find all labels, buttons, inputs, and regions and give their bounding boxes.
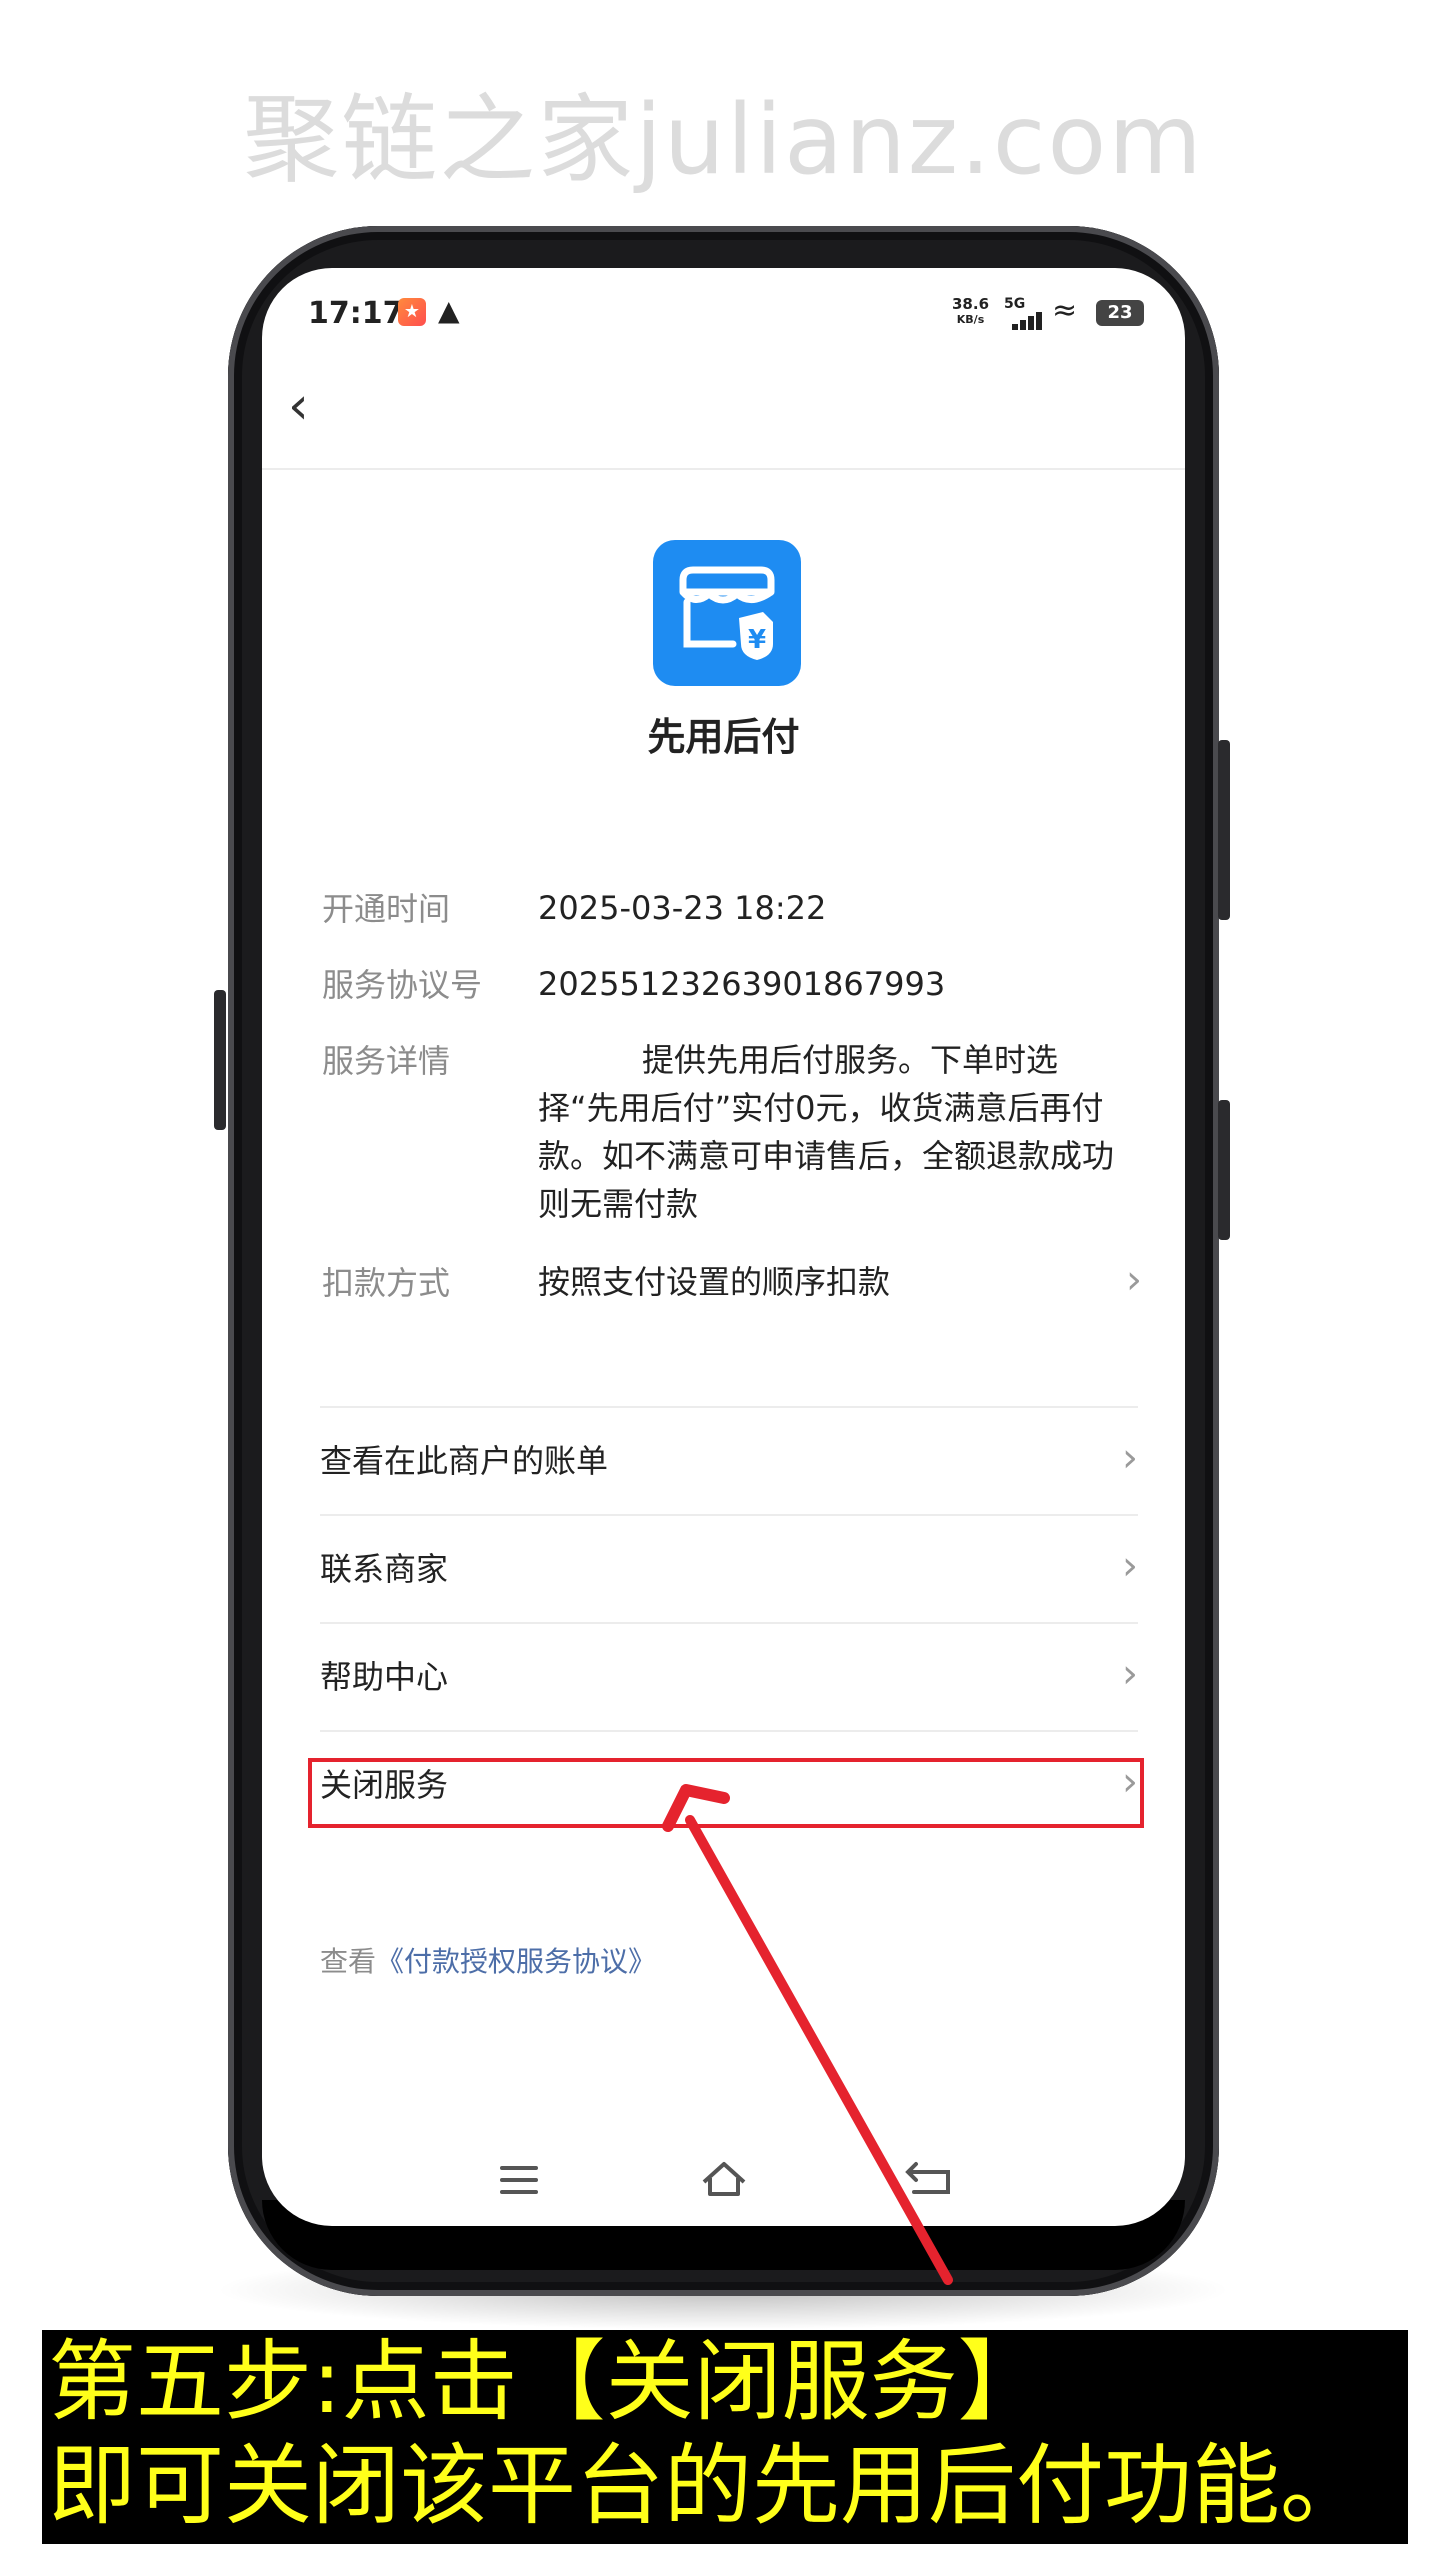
detail-row-agreement-no: 服务协议号 20255123263901867993 xyxy=(322,960,1142,1008)
detail-label: 开通时间 xyxy=(322,890,451,928)
instruction-caption: 第五步:点击【关闭服务】 即可关闭该平台的先用后付功能。 xyxy=(42,2330,1408,2544)
nav-divider xyxy=(262,468,1185,470)
menu-label: 联系商家 xyxy=(320,1550,449,1588)
detail-row-open-time: 开通时间 2025-03-23 18:22 xyxy=(322,884,1142,932)
detail-label: 服务协议号 xyxy=(322,966,483,1004)
app-notification-icon: ★ xyxy=(398,298,426,326)
wifi-icon: ≈ xyxy=(1052,293,1078,328)
watermark-text: 聚链之家julianz.com xyxy=(243,84,1204,196)
home-icon[interactable] xyxy=(702,2162,746,2196)
svg-text:¥: ¥ xyxy=(748,625,766,655)
agreement-line: 查看《付款授权服务协议》 xyxy=(320,1940,656,1980)
detail-value: 按照支付设置的顺序扣款 xyxy=(538,1263,891,1301)
chevron-right-icon: › xyxy=(1122,1543,1138,1589)
caption-line-1: 第五步:点击【关闭服务】 xyxy=(48,2330,1046,2433)
status-time: 17:17 xyxy=(308,296,404,331)
chevron-right-icon: › xyxy=(1122,1651,1138,1697)
status-bar: 17:17 ★ ▲ 38.6 KB/s 5G ≈ 23 xyxy=(262,268,1185,358)
back-nav-icon[interactable] xyxy=(905,2162,950,2194)
qq-penguin-icon: ▲ xyxy=(438,294,460,327)
net-speed: 38.6 KB/s xyxy=(952,296,989,328)
agreement-link[interactable]: 《付款授权服务协议》 xyxy=(376,1945,656,1978)
system-nav-bar xyxy=(262,2150,1185,2210)
menu-item-contact-merchant[interactable]: 联系商家 › xyxy=(320,1514,1138,1624)
detail-label: 服务详情 xyxy=(322,1042,451,1080)
detail-row-payment-method[interactable]: 扣款方式 按照支付设置的顺序扣款 › xyxy=(322,1258,1142,1306)
menu-icon[interactable] xyxy=(500,2166,538,2194)
detail-value: 2025-03-23 18:22 xyxy=(538,889,827,927)
detail-value: 提供先用后付服务。下单时选择“先用后付”实付0元，收货满意后再付款。如不满意可申… xyxy=(538,1041,1115,1223)
chevron-right-icon: › xyxy=(1122,1435,1138,1481)
service-title: 先用后付 xyxy=(647,715,800,759)
close-service-highlight-box xyxy=(308,1758,1144,1828)
detail-label: 扣款方式 xyxy=(322,1264,451,1302)
detail-value: 20255123263901867993 xyxy=(538,965,946,1003)
phone-side-button xyxy=(214,990,226,1130)
menu-label: 查看在此商户的账单 xyxy=(320,1442,609,1480)
battery-icon: 23 xyxy=(1096,300,1144,326)
menu-item-bills[interactable]: 查看在此商户的账单 › xyxy=(320,1406,1138,1516)
phone-screen: 17:17 ★ ▲ 38.6 KB/s 5G ≈ 23 ‹ ¥ 先用后付 开通时… xyxy=(262,268,1185,2226)
back-arrow-icon[interactable]: ‹ xyxy=(288,378,348,438)
menu-item-help-center[interactable]: 帮助中心 › xyxy=(320,1622,1138,1732)
chevron-right-icon: › xyxy=(1126,1257,1142,1303)
service-logo-icon: ¥ xyxy=(653,540,801,686)
signal-icon xyxy=(1008,310,1042,330)
phone-side-button xyxy=(1218,1100,1230,1240)
menu-label: 帮助中心 xyxy=(320,1658,449,1696)
agreement-prefix: 查看 xyxy=(320,1945,377,1978)
caption-line-2: 即可关闭该平台的先用后付功能。 xyxy=(48,2434,1369,2537)
net-speed-unit: KB/s xyxy=(956,313,985,326)
phone-side-button xyxy=(1218,740,1230,920)
net-speed-value: 38.6 xyxy=(952,295,990,313)
detail-row-service-details: 服务详情 提供先用后付服务。下单时选择“先用后付”实付0元，收货满意后再付款。如… xyxy=(322,1036,1142,1232)
